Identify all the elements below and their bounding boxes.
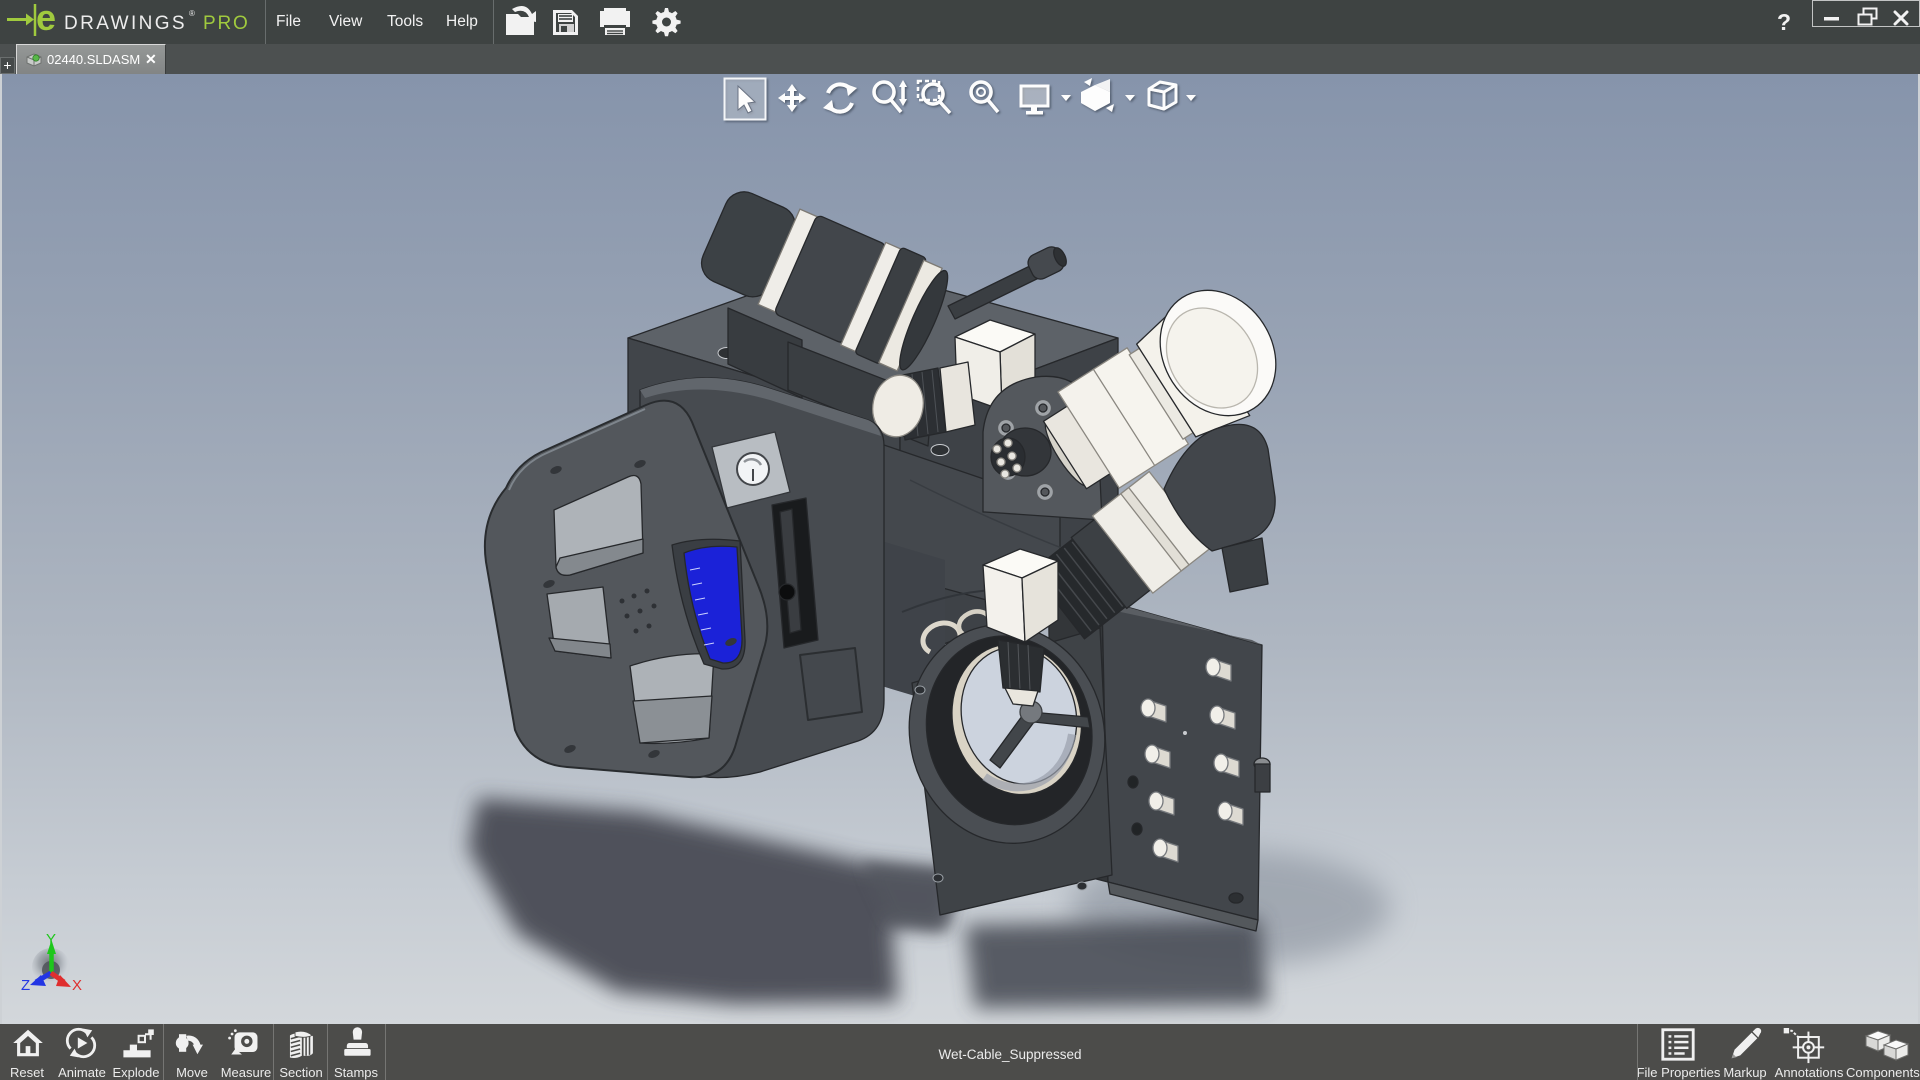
svg-text:X: X xyxy=(72,977,82,994)
svg-text:Y: Y xyxy=(46,931,56,948)
svg-text:Z: Z xyxy=(21,977,30,994)
